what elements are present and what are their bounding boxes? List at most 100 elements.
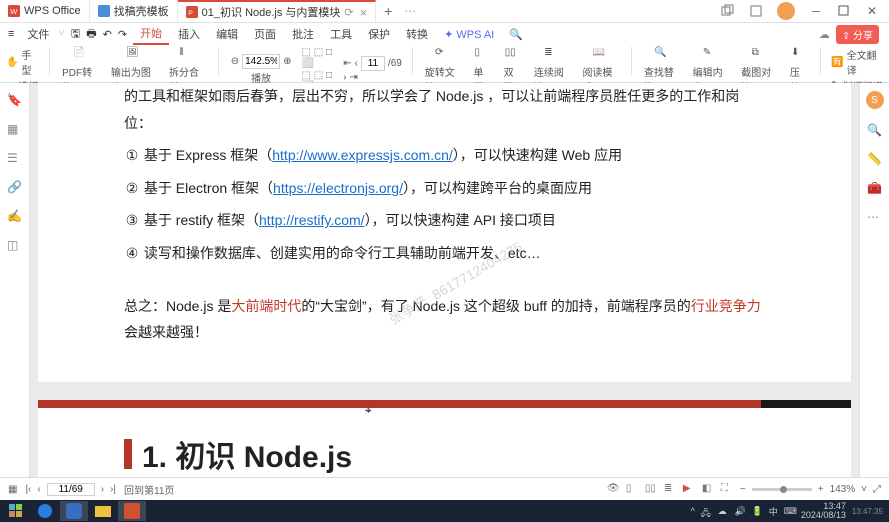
avatar[interactable] <box>777 2 795 20</box>
task-edge[interactable] <box>31 501 59 521</box>
ruler-icon[interactable]: 📏 <box>867 152 882 167</box>
outline-icon[interactable]: ☰ <box>7 151 22 166</box>
next-page-btn[interactable]: › <box>101 484 104 495</box>
zoom-dropdown-icon[interactable]: ˅ <box>861 484 867 495</box>
save-icon[interactable]: 🖫 <box>71 25 80 44</box>
new-tab-button[interactable]: + <box>376 3 400 19</box>
attachment-icon[interactable]: 🔗 <box>7 180 22 195</box>
tab-refresh-icon[interactable]: ⟳ <box>344 6 353 19</box>
menu-protect[interactable]: 保护 <box>361 24 397 44</box>
cloud-icon[interactable]: ☁ <box>819 28 830 41</box>
menu-page[interactable]: 页面 <box>247 24 283 44</box>
page-navigator: |‹ ‹ › ›| <box>25 483 116 496</box>
zoom-in-btn[interactable]: + <box>818 484 824 495</box>
start-button[interactable] <box>2 501 30 521</box>
last-page-btn[interactable]: ›| <box>110 484 116 495</box>
grid-icon[interactable]: ▦ <box>8 484 17 495</box>
fit-width-icon[interactable]: ⬚ ⬚ □ ⬜ <box>302 47 336 69</box>
zoom-slider[interactable] <box>752 488 812 491</box>
full-translate-button[interactable]: 🈶全文翻译 <box>831 47 883 77</box>
view-double-icon[interactable]: ▯▯ <box>645 483 658 496</box>
next-page-icon[interactable]: › <box>343 72 346 83</box>
menu-insert[interactable]: 插入 <box>171 24 207 44</box>
maximize-icon[interactable] <box>837 4 851 18</box>
more-panel-icon[interactable]: ⋯ <box>867 210 882 225</box>
menu-tools[interactable]: 工具 <box>323 24 359 44</box>
tab-document[interactable]: P 01_初识 Node.js 与内置模块 ⟳ × <box>178 0 377 22</box>
close-window-icon[interactable]: ✕ <box>865 4 879 18</box>
tab-wps-home[interactable]: W WPS Office <box>0 0 90 22</box>
clock-tooltip: 13:47:35 <box>852 507 883 516</box>
fullscreen-icon[interactable]: ⤢ <box>873 484 881 495</box>
prev-page-icon[interactable]: ‹ <box>355 58 358 69</box>
link-express[interactable]: http://www.expressjs.com.cn/ <box>272 147 453 163</box>
tray-onedrive-icon[interactable]: ☁ <box>718 506 729 517</box>
thumbnail-icon[interactable]: ▦ <box>7 122 22 137</box>
signature-icon[interactable]: ✍ <box>7 209 22 224</box>
window-controls: ─ ✕ <box>721 2 889 20</box>
tray-network-icon[interactable]: 🖧 <box>701 506 712 517</box>
task-explorer[interactable] <box>89 501 117 521</box>
svg-text:W: W <box>10 7 18 16</box>
zoom-input[interactable] <box>242 54 280 69</box>
page-content-2: 1. 初识 Node.js 1.2 Node.js 简介 <box>38 408 851 477</box>
zoom-out-btn[interactable]: − <box>740 484 746 495</box>
undo-icon[interactable]: ↶ <box>103 28 112 41</box>
summary-text: 总之：Node.js 是大前端时代的“大宝剑”，有了 Node.js 这个超级 … <box>124 293 765 346</box>
eye-icon[interactable]: 👁 <box>607 483 620 496</box>
share-button[interactable]: ⇪ 分享 <box>836 25 879 44</box>
view-slide-icon[interactable]: ◧ <box>702 483 715 496</box>
menu-convert[interactable]: 转换 <box>399 24 435 44</box>
menu-start[interactable]: 开始 <box>133 23 169 45</box>
last-page-icon[interactable]: ⇥ <box>350 72 358 83</box>
play-button[interactable]: ⊖⊕ 播放 <box>229 54 294 85</box>
tray-volume-icon[interactable]: 🔊 <box>735 506 746 517</box>
view-continuous-icon[interactable]: ≣ <box>664 483 677 496</box>
view-full-icon[interactable]: ⛶ <box>721 483 734 496</box>
view-single-icon[interactable]: ▯ <box>626 483 639 496</box>
first-page-icon[interactable]: ⇤ <box>343 58 351 69</box>
prev-page-btn[interactable]: ‹ <box>37 484 40 495</box>
menu-file[interactable]: 文件 <box>20 24 56 44</box>
document-area[interactable]: 的工具和框架如雨后春笋，层出不穷，所以学会了 Node.js ，可以让前端程序员… <box>30 83 859 477</box>
workspace: 🔖 ▦ ☰ 🔗 ✍ ◫ 的工具和框架如雨后春笋，层出不穷，所以学会了 Node.… <box>0 83 889 477</box>
tools-panel-icon[interactable]: 🧰 <box>867 181 882 196</box>
tab-overflow-icon[interactable]: ⋯ <box>404 4 416 18</box>
list-item-4: ④ 读写和操作数据库、创建实用的命令行工具辅助前端开发、etc… <box>124 240 765 267</box>
zoom-percent[interactable]: 143% <box>830 484 856 495</box>
search-icon[interactable]: 🔍 <box>503 28 529 41</box>
tray-battery-icon[interactable]: 🔋 <box>752 506 763 517</box>
multiwindow-icon[interactable] <box>721 4 735 18</box>
status-page-input[interactable] <box>47 483 95 496</box>
first-page-btn[interactable]: |‹ <box>25 484 31 495</box>
view-read-icon[interactable]: ▶ <box>683 483 696 496</box>
minimize-icon[interactable]: ─ <box>809 4 823 18</box>
eraser-icon[interactable]: ◫ <box>7 238 22 253</box>
tray-ime[interactable]: 中 <box>769 505 778 518</box>
tab-label: 01_初识 Node.js 与内置模块 <box>202 4 341 20</box>
list-item-1: ① 基于 Express 框架（http://www.expressjs.com… <box>124 142 765 169</box>
app-menu-icon[interactable]: ≡ <box>4 28 18 40</box>
task-app-1[interactable] <box>60 501 88 521</box>
page-number-input[interactable] <box>361 56 385 71</box>
user-badge[interactable]: S <box>866 91 884 109</box>
tab-label: WPS Office <box>24 5 81 17</box>
menu-comment[interactable]: 批注 <box>285 24 321 44</box>
box-icon[interactable] <box>749 4 763 18</box>
search-panel-icon[interactable]: 🔍 <box>867 123 882 138</box>
close-icon[interactable]: × <box>360 5 368 20</box>
back-to-page[interactable]: 回到第11页 <box>124 482 174 497</box>
hand-tool[interactable]: ✋手型 <box>6 47 39 77</box>
menu-wps-ai[interactable]: ✦ WPS AI <box>437 26 501 43</box>
task-wps[interactable] <box>118 501 146 521</box>
link-electron[interactable]: https://electronjs.org/ <box>273 180 403 196</box>
tray-up-icon[interactable]: ^ <box>691 506 695 516</box>
link-restify[interactable]: http://restify.com/ <box>259 212 365 228</box>
bookmark-icon[interactable]: 🔖 <box>7 93 22 108</box>
tray-keyboard-icon[interactable]: ⌨ <box>784 506 795 517</box>
clock[interactable]: 13:47 2024/08/13 <box>801 502 846 521</box>
redo-icon[interactable]: ↷ <box>118 28 127 41</box>
menu-edit[interactable]: 编辑 <box>209 24 245 44</box>
print-icon[interactable]: 🖶 <box>86 25 96 44</box>
tab-template[interactable]: 找稿壳模板 <box>90 0 178 22</box>
